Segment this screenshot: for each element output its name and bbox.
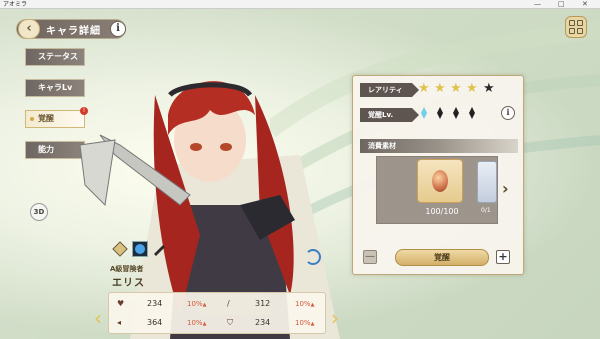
selected-dot-icon xyxy=(30,117,34,121)
star-icon: ★ xyxy=(450,81,462,96)
stats-panel: ♥ 234 10%▲ / 312 10%▲ ◂ 364 10%▲ ⛉ 234 1… xyxy=(108,292,326,334)
arrow-left-icon: ‹ xyxy=(26,21,32,36)
stat-attack-value: 312 xyxy=(255,299,271,308)
grid-menu-icon xyxy=(569,20,575,26)
decrease-button[interactable]: — xyxy=(363,250,377,264)
material-item-2[interactable] xyxy=(477,161,497,203)
gem-icon xyxy=(469,107,475,119)
materials-title: 消費素材 xyxy=(360,139,518,153)
window-title: アオミラ xyxy=(3,1,28,8)
star-empty-icon: ★ xyxy=(483,81,495,96)
character-rank: A級冒険者 xyxy=(110,265,144,273)
chevron-left-icon: ‹ xyxy=(94,306,102,330)
page-title: キャラ詳細 xyxy=(46,26,101,37)
increase-button[interactable]: + xyxy=(496,250,510,264)
materials-next-button[interactable]: › xyxy=(502,179,509,198)
gem-icon xyxy=(437,107,443,119)
rarity-label: レアリティ xyxy=(360,83,419,97)
info-button[interactable]: i xyxy=(110,21,126,37)
back-button[interactable]: ‹ xyxy=(18,19,40,39)
material-orb-icon xyxy=(432,170,448,192)
view-3d-button[interactable]: 3D xyxy=(30,203,48,221)
window-titlebar: アオミラ — □ ✕ xyxy=(0,0,600,9)
star-icon: ★ xyxy=(418,81,430,96)
character-name: エリス xyxy=(112,278,145,289)
chevron-right-icon: › xyxy=(331,306,339,330)
heart-icon: ♥ xyxy=(117,299,125,308)
awaken-button[interactable]: 覚醒 xyxy=(395,249,489,266)
gem-icon xyxy=(453,107,459,119)
close-button[interactable]: ✕ xyxy=(582,0,588,9)
game-screen: アオミラ — □ ✕ ‹ キャラ詳細 i ステータス キャラLv 覚醒 ! 能力… xyxy=(0,0,600,339)
chevron-right-icon: › xyxy=(502,179,509,198)
stat-defense-bonus: 10%▲ xyxy=(295,319,315,327)
grid-menu-button[interactable] xyxy=(565,16,587,38)
stat-speed-value: 364 xyxy=(147,318,163,327)
element-icon xyxy=(112,241,128,257)
material-item[interactable] xyxy=(417,159,463,203)
stat-defense-value: 234 xyxy=(255,318,271,327)
material-count: 100/100 xyxy=(425,207,459,216)
stat-hp-bonus: 10%▲ xyxy=(187,300,207,308)
speed-icon: ◂ xyxy=(117,318,122,327)
minimize-button[interactable]: — xyxy=(534,0,541,9)
weapon-type-icon xyxy=(154,245,165,256)
awaken-level-label: 覚醒Lv. xyxy=(360,108,419,122)
star-icon: ★ xyxy=(434,81,446,96)
sword-icon: / xyxy=(227,299,230,308)
material-count-2: 0/1 xyxy=(481,207,491,214)
awaken-info-button[interactable]: i xyxy=(501,106,515,120)
shield-icon: ⛉ xyxy=(227,318,233,327)
gem-active-icon xyxy=(421,107,427,119)
stat-attack-bonus: 10%▲ xyxy=(295,300,315,308)
maximize-button[interactable]: □ xyxy=(558,0,565,9)
orb-icon xyxy=(132,241,148,257)
refresh-icon[interactable] xyxy=(305,249,321,265)
stat-hp-value: 234 xyxy=(147,299,163,308)
star-icon: ★ xyxy=(466,81,478,96)
prev-character-button[interactable]: ‹ xyxy=(92,307,104,329)
next-character-button[interactable]: › xyxy=(329,307,341,329)
stat-speed-bonus: 10%▲ xyxy=(187,319,207,327)
